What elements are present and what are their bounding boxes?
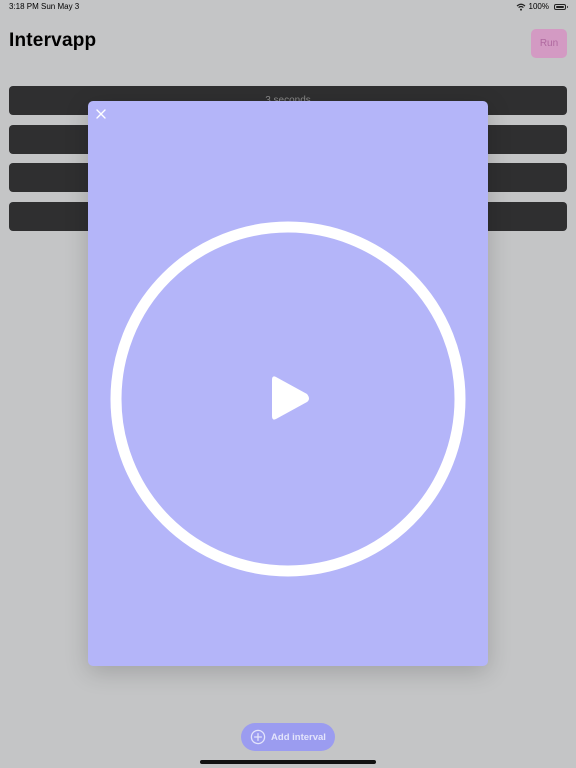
wifi-icon — [516, 3, 525, 11]
battery-percent: 100% — [528, 2, 549, 11]
plus-circle-icon — [250, 729, 266, 745]
add-interval-button[interactable]: Add interval — [241, 723, 335, 751]
status-bar: 3:18 PM Sun May 3 100% — [0, 0, 576, 14]
status-date: Sun May 3 — [41, 2, 80, 11]
play-icon — [272, 376, 309, 420]
run-button[interactable]: Run — [531, 29, 567, 58]
home-indicator — [200, 760, 376, 764]
status-time: 3:18 PM — [9, 2, 39, 11]
close-icon[interactable] — [94, 107, 108, 121]
app-title: Intervapp — [9, 30, 97, 51]
battery-icon — [554, 4, 568, 10]
status-indicators: 100% — [516, 0, 568, 14]
timer-modal — [88, 101, 488, 666]
add-interval-label: Add interval — [271, 731, 326, 743]
play-button[interactable] — [109, 220, 467, 578]
